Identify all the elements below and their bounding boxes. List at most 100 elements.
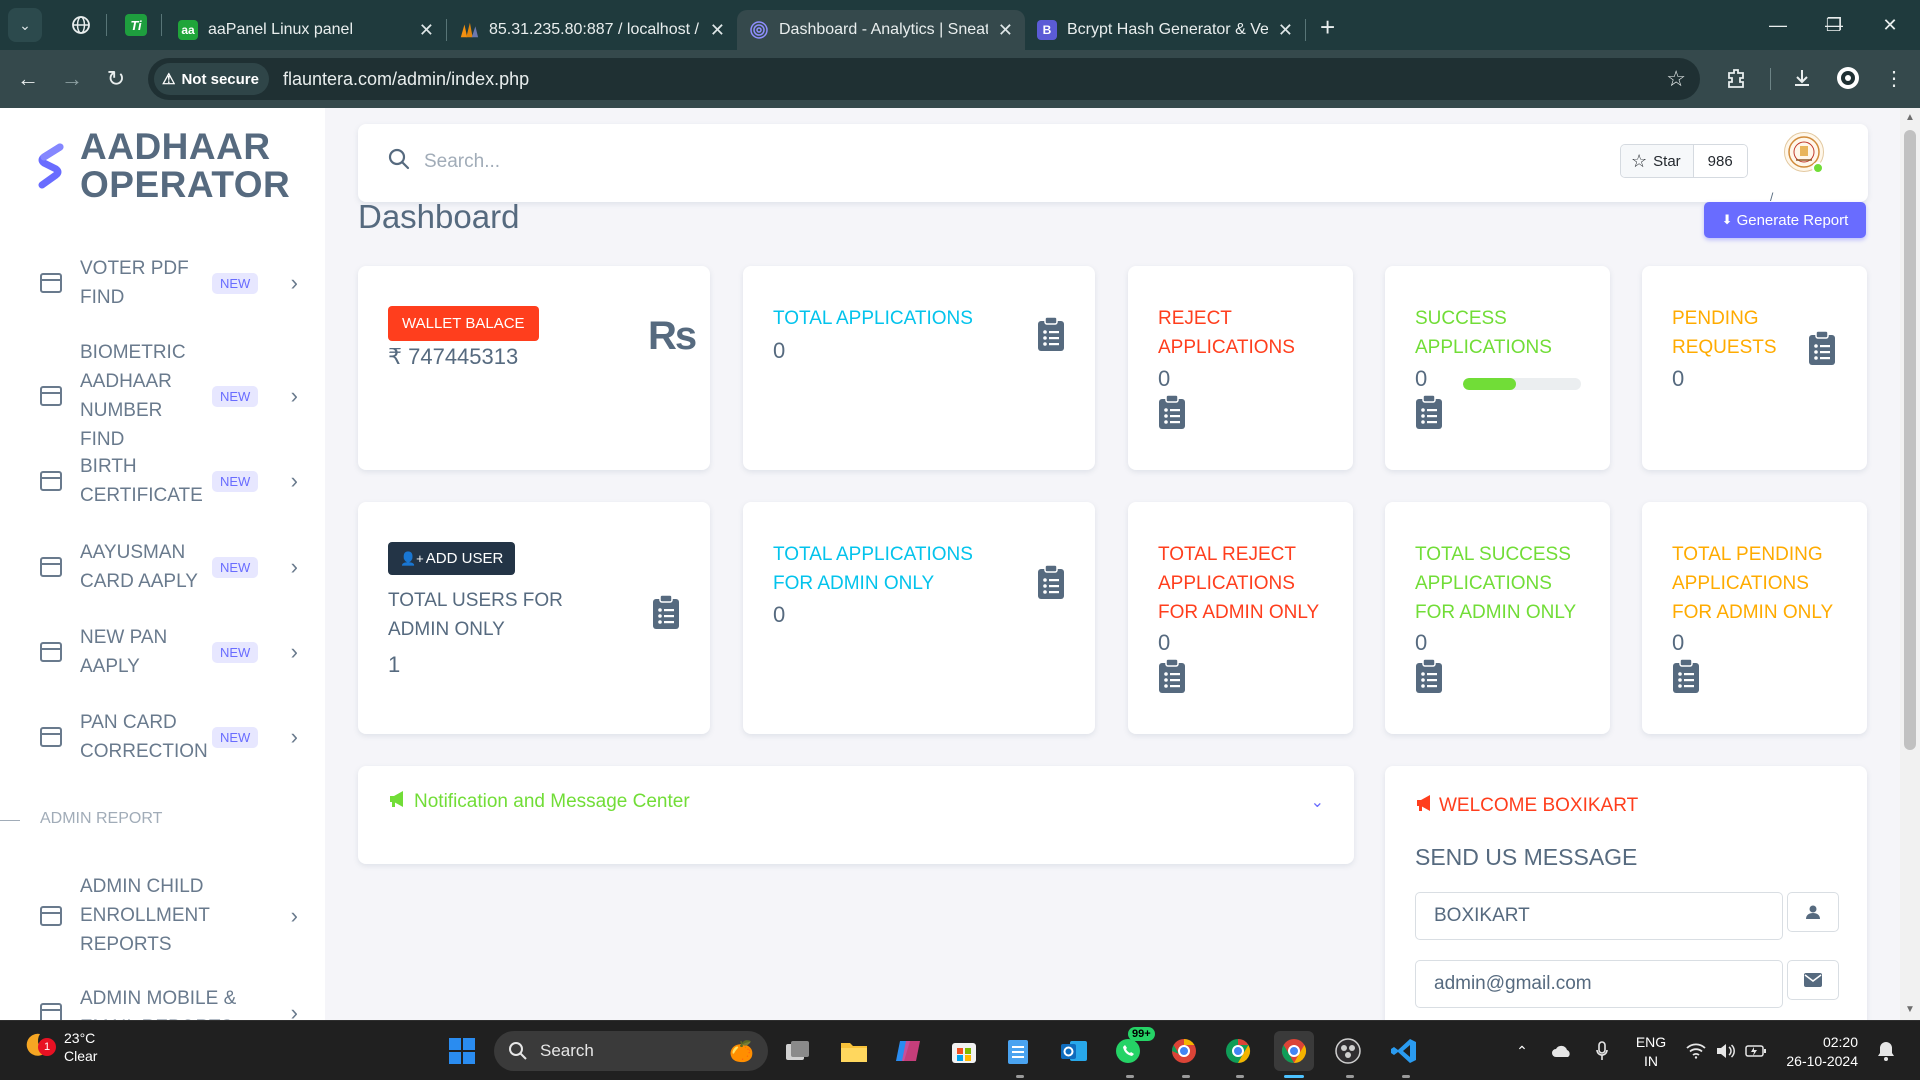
notification-bell-icon[interactable] xyxy=(1872,1031,1900,1071)
taskbar-search[interactable]: Search 🍊 xyxy=(494,1031,768,1071)
brand-logo-icon xyxy=(38,143,64,189)
star-label: Star xyxy=(1653,152,1681,170)
wallet-balance-badge[interactable]: WALLET BALACE xyxy=(388,306,539,341)
restore-window-button[interactable]: ❐ xyxy=(1806,0,1862,50)
microsoft-store-icon[interactable] xyxy=(944,1031,984,1071)
close-icon[interactable]: ✕ xyxy=(1278,20,1293,41)
tab-dashboard[interactable]: Dashboard - Analytics | Sneat - ✕ xyxy=(737,10,1025,50)
sidebar-item-biometric-aadhaar[interactable]: BIOMETRIC AADHAAR NUMBER FIND NEW › xyxy=(40,338,300,454)
clipboard-list-icon xyxy=(1415,394,1443,430)
copilot-icon[interactable] xyxy=(888,1031,928,1071)
address-bar[interactable]: ⚠ Not secure flauntera.com/admin/index.p… xyxy=(148,58,1700,100)
obs-icon[interactable] xyxy=(1328,1031,1368,1071)
bookmark-star-icon[interactable]: ☆ xyxy=(1666,66,1686,92)
rupee-icon: Rs xyxy=(648,314,697,358)
onedrive-icon[interactable] xyxy=(1548,1031,1576,1071)
file-explorer-icon[interactable] xyxy=(834,1031,874,1071)
chevron-up-icon[interactable]: ⌃ xyxy=(1510,1031,1534,1071)
chevron-right-icon: › xyxy=(290,468,298,493)
close-icon[interactable]: ✕ xyxy=(998,20,1013,41)
brand[interactable]: AADHAAR OPERATOR xyxy=(38,128,290,204)
add-user-label: ADD USER xyxy=(425,550,504,567)
envelope-icon xyxy=(1787,960,1839,1000)
url-text[interactable]: flauntera.com/admin/index.php xyxy=(283,69,529,90)
sidebar-item-pan-correction[interactable]: PAN CARD CORRECTION NEW › xyxy=(40,708,300,766)
tab-bcrypt[interactable]: B Bcrypt Hash Generator & Verific ✕ xyxy=(1025,10,1305,50)
vscode-icon[interactable] xyxy=(1384,1031,1424,1071)
scroll-down-icon[interactable]: ▼ xyxy=(1904,1004,1916,1015)
scroll-thumb[interactable] xyxy=(1904,130,1916,750)
sidebar-item-aayusman-card[interactable]: AAYUSMAN CARD AAPLY NEW › xyxy=(40,538,300,596)
chrome-active-icon[interactable] xyxy=(1274,1031,1314,1071)
card-value: 0 xyxy=(1672,366,1685,391)
wifi-icon[interactable] xyxy=(1684,1031,1708,1071)
app-running-indicator xyxy=(1236,1075,1244,1078)
sidebar-item-new-pan[interactable]: NEW PAN AAPLY NEW › xyxy=(40,623,300,681)
aapanel-icon: aa xyxy=(178,20,198,40)
notepad-icon[interactable] xyxy=(998,1031,1038,1071)
search-icon xyxy=(509,1042,527,1060)
system-clock[interactable]: 02:20 26-10-2024 xyxy=(1778,1033,1858,1071)
megaphone-icon xyxy=(1415,794,1435,818)
card-value: 0 xyxy=(1158,630,1171,655)
section-header-admin-report: ADMIN REPORT xyxy=(40,810,163,827)
outlook-icon[interactable] xyxy=(1054,1031,1094,1071)
forward-button[interactable]: → xyxy=(50,57,94,101)
browser-menu-icon[interactable]: ⋮ xyxy=(1872,56,1916,100)
windows-start-icon[interactable] xyxy=(442,1031,482,1071)
back-button[interactable]: ← xyxy=(6,57,50,101)
profile-icon[interactable] xyxy=(1826,56,1870,100)
generate-report-button[interactable]: ⬇ Generate Report xyxy=(1704,202,1866,238)
notification-title[interactable]: Notification and Message Center xyxy=(388,790,690,814)
wallet-balance-amount: ₹ 747445313 xyxy=(388,344,519,369)
sidebar: AADHAAR OPERATOR VOTER PDF FIND NEW › BI… xyxy=(0,108,325,1020)
name-field[interactable] xyxy=(1415,892,1783,940)
task-view-icon[interactable] xyxy=(778,1031,818,1071)
microphone-icon[interactable] xyxy=(1590,1031,1614,1071)
minimize-window-button[interactable]: — xyxy=(1750,0,1806,50)
chrome-profile-icon[interactable] xyxy=(1164,1031,1204,1071)
close-icon[interactable]: ✕ xyxy=(419,20,434,41)
sidebar-item-admin-child-enrollment[interactable]: ADMIN CHILD ENROLLMENT REPORTS › xyxy=(40,872,300,959)
language-indicator[interactable]: ENG IN xyxy=(1634,1033,1668,1071)
close-window-button[interactable]: ✕ xyxy=(1862,0,1918,50)
new-badge: NEW xyxy=(212,556,259,578)
battery-icon[interactable] xyxy=(1744,1031,1768,1071)
security-chip[interactable]: ⚠ Not secure xyxy=(154,63,269,95)
notification-center-card[interactable]: Notification and Message Center ⌄ xyxy=(358,766,1354,864)
card-title: TOTAL APPLICATIONS xyxy=(773,308,973,329)
reload-button[interactable]: ↻ xyxy=(94,57,138,101)
sidebar-item-birth-certificate[interactable]: BIRTH CERTIFICATE NEW › xyxy=(40,452,300,510)
download-icon[interactable] xyxy=(1780,56,1824,100)
globe-icon xyxy=(72,16,90,34)
add-user-button[interactable]: 👤+ ADD USER xyxy=(388,542,516,575)
sidebar-item-voter-pdf-find[interactable]: VOTER PDF FIND NEW › xyxy=(40,254,300,312)
clipboard-list-icon xyxy=(1158,658,1186,694)
scroll-up-icon[interactable]: ▲ xyxy=(1904,112,1916,123)
star-count[interactable]: 986 xyxy=(1693,145,1747,177)
whatsapp-icon[interactable]: 99+ xyxy=(1108,1027,1155,1071)
sidebar-item-admin-mobile-email[interactable]: ADMIN MOBILE & EMAIL REPORTS › xyxy=(40,984,300,1020)
pinned-tab-globe[interactable] xyxy=(64,8,98,42)
card-title: TOTAL SUCCESS APPLICATIONS FOR ADMIN ONL… xyxy=(1415,544,1577,623)
tab-search-icon[interactable]: ⌄ xyxy=(8,8,42,42)
star-button[interactable]: ☆ Star xyxy=(1621,145,1694,177)
email-field[interactable] xyxy=(1415,960,1783,1008)
tab-separator xyxy=(161,14,162,36)
tab-phpmyadmin[interactable]: 85.31.235.80:887 / localhost / sc ✕ xyxy=(447,10,737,50)
language-code: ENG xyxy=(1635,1034,1667,1050)
new-tab-button[interactable]: + xyxy=(1320,12,1335,43)
chrome-icon[interactable] xyxy=(1218,1031,1258,1071)
volume-icon[interactable] xyxy=(1714,1031,1738,1071)
tab-aapanel[interactable]: aa aaPanel Linux panel ✕ xyxy=(166,10,446,50)
tab-title: Dashboard - Analytics | Sneat - xyxy=(779,21,988,38)
grid-icon xyxy=(40,905,62,926)
chevron-down-icon[interactable]: ⌄ xyxy=(1311,792,1324,812)
search-input[interactable] xyxy=(424,146,1024,178)
close-icon[interactable]: ✕ xyxy=(710,20,725,41)
page-scrollbar[interactable]: ▲ ▼ xyxy=(1900,108,1920,1020)
weather-widget[interactable]: 1 23°C Clear xyxy=(20,1029,97,1065)
pinned-tab-ti[interactable]: Ti xyxy=(119,8,153,42)
extensions-icon[interactable] xyxy=(1714,56,1758,100)
github-star-button[interactable]: ☆ Star 986 xyxy=(1620,144,1748,178)
